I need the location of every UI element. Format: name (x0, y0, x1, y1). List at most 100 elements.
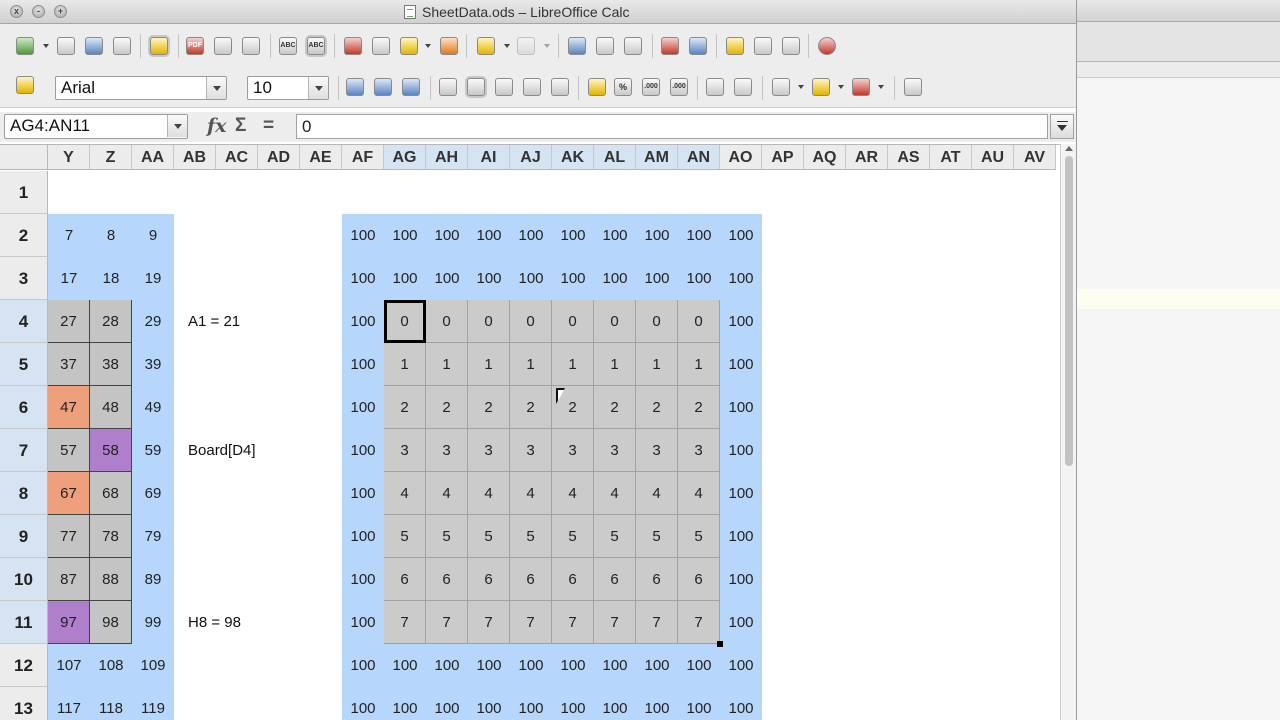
export-pdf-icon[interactable]: PDF (186, 37, 204, 55)
cell[interactable]: 67 (48, 472, 90, 515)
cell[interactable]: 100 (468, 644, 510, 687)
cell[interactable]: 100 (720, 300, 762, 343)
cell[interactable]: 18 (90, 257, 132, 300)
zoom-icon[interactable] (782, 37, 800, 55)
cell[interactable]: 117 (48, 687, 90, 720)
cell[interactable]: 78 (90, 515, 132, 558)
cell[interactable]: 100 (552, 257, 594, 300)
cell[interactable]: 58 (90, 429, 132, 472)
board-cell[interactable]: 4 (468, 472, 510, 515)
cell[interactable]: 88 (90, 558, 132, 601)
cell[interactable]: 100 (342, 214, 384, 257)
column-header-av[interactable]: AV (1014, 145, 1056, 170)
board-cell[interactable]: 3 (468, 429, 510, 472)
scrollbar-thumb[interactable] (1065, 156, 1073, 466)
column-header-aa[interactable]: AA (132, 145, 174, 170)
board-cell[interactable]: 2 (510, 386, 552, 429)
column-header-ag[interactable]: AG (384, 145, 426, 170)
font-color-dropdown-icon[interactable] (878, 85, 884, 89)
font-name-dropdown-icon[interactable] (206, 77, 226, 99)
cell[interactable]: 100 (636, 687, 678, 720)
column-header-ab[interactable]: AB (174, 145, 216, 170)
cell[interactable]: 100 (342, 515, 384, 558)
borders-dropdown-icon[interactable] (798, 85, 804, 89)
cell[interactable]: 100 (468, 257, 510, 300)
cell[interactable]: 100 (510, 644, 552, 687)
board-cell[interactable]: 5 (384, 515, 426, 558)
font-name-field[interactable]: Arial (55, 76, 227, 100)
cell[interactable]: 100 (720, 644, 762, 687)
new-dropdown-icon[interactable] (43, 44, 49, 48)
align-left-icon[interactable] (439, 78, 457, 96)
font-size-field[interactable]: 10 (247, 76, 329, 100)
copy-icon[interactable] (372, 37, 390, 55)
cell[interactable]: 100 (342, 429, 384, 472)
row-header-13[interactable]: 13 (0, 687, 48, 720)
cell[interactable]: 100 (468, 687, 510, 720)
cell[interactable]: 109 (132, 644, 174, 687)
cell[interactable]: 100 (720, 429, 762, 472)
cell[interactable]: 7 (48, 214, 90, 257)
board-cell[interactable]: 1 (552, 343, 594, 386)
cell[interactable]: 100 (342, 257, 384, 300)
cell[interactable]: 100 (720, 687, 762, 720)
column-header-af[interactable]: AF (342, 145, 384, 170)
board-cell[interactable]: 6 (594, 558, 636, 601)
board-cell[interactable]: 0 (426, 300, 468, 343)
board-cell[interactable]: 4 (426, 472, 468, 515)
expand-formula-bar-icon[interactable] (1050, 114, 1074, 139)
formula-icon[interactable]: = (263, 115, 274, 137)
cell[interactable]: 97 (48, 601, 90, 644)
cell[interactable]: 100 (636, 214, 678, 257)
datasources-icon[interactable] (754, 37, 772, 55)
board-cell[interactable]: 5 (510, 515, 552, 558)
navigator-icon[interactable] (568, 37, 586, 55)
cell[interactable]: 59 (132, 429, 174, 472)
column-header-as[interactable]: AS (888, 145, 930, 170)
column-header-ae[interactable]: AE (300, 145, 342, 170)
row-header-10[interactable]: 10 (0, 558, 48, 601)
cut-icon[interactable] (344, 37, 362, 55)
fill-handle[interactable] (717, 641, 723, 647)
cell[interactable]: 107 (48, 644, 90, 687)
board-cell[interactable]: 2 (426, 386, 468, 429)
board-cell[interactable]: 0 (636, 300, 678, 343)
scroll-up-icon[interactable] (1061, 144, 1076, 154)
autospellcheck-icon[interactable]: ABC (307, 37, 325, 55)
board-cell[interactable]: 1 (426, 343, 468, 386)
close-window-button[interactable]: x (10, 5, 23, 18)
cell[interactable]: 100 (552, 687, 594, 720)
board-cell[interactable]: 6 (510, 558, 552, 601)
column-header-al[interactable]: AL (594, 145, 636, 170)
cell[interactable]: 100 (678, 257, 720, 300)
board-cell[interactable]: 6 (384, 558, 426, 601)
column-header-ai[interactable]: AI (468, 145, 510, 170)
board-cell[interactable]: 5 (678, 515, 720, 558)
column-header-ah[interactable]: AH (426, 145, 468, 170)
cell[interactable]: 17 (48, 257, 90, 300)
cell[interactable]: 100 (720, 515, 762, 558)
column-header-ar[interactable]: AR (846, 145, 888, 170)
cell[interactable]: 108 (90, 644, 132, 687)
spreadsheet-grid[interactable]: Y Z AA AB AC AD AE AF AG AH AI AJ AK AL AM AN AO AP AQ AR AS… (0, 144, 1060, 720)
borders-icon[interactable] (772, 78, 790, 96)
cell[interactable]: 37 (48, 343, 90, 386)
board-cell[interactable]: 3 (594, 429, 636, 472)
background-color-dropdown-icon[interactable] (838, 85, 844, 89)
undo-dropdown-icon[interactable] (504, 44, 510, 48)
board-cell[interactable]: 0 (678, 300, 720, 343)
board-cell[interactable]: 1 (384, 343, 426, 386)
italic-icon[interactable] (374, 78, 392, 96)
add-decimal-icon[interactable]: .000 (670, 78, 688, 96)
cell[interactable]: 49 (132, 386, 174, 429)
column-header-aj[interactable]: AJ (510, 145, 552, 170)
board-cell[interactable]: 5 (552, 515, 594, 558)
board-cell[interactable]: 7 (594, 601, 636, 644)
cell[interactable]: 27 (48, 300, 90, 343)
column-header-y[interactable]: Y (48, 145, 90, 170)
board-cell[interactable]: 3 (678, 429, 720, 472)
column-header-z[interactable]: Z (90, 145, 132, 170)
column-header-an[interactable]: AN (678, 145, 720, 170)
row-header-11[interactable]: 11 (0, 601, 48, 644)
board-cell[interactable]: 0 (468, 300, 510, 343)
